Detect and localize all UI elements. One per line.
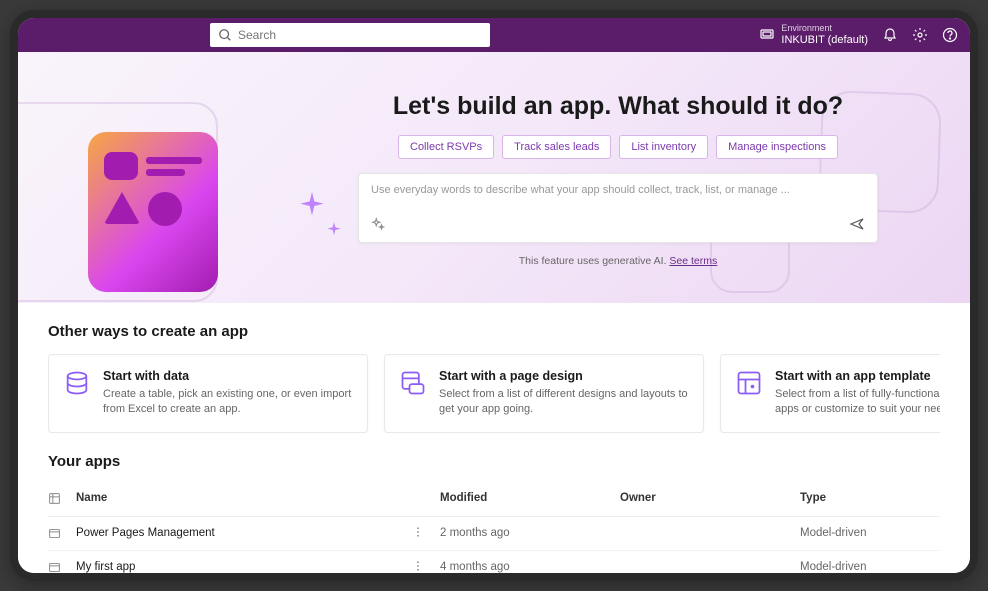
- card-desc: Select from a list of fully-functional b…: [775, 387, 940, 418]
- app-modified: 2 months ago: [440, 527, 620, 539]
- sparkle-icon: [298, 192, 326, 220]
- app-type-icon: [48, 561, 76, 573]
- topbar: Environment INKUBIT (default): [18, 18, 970, 52]
- more-actions-icon[interactable]: [412, 560, 440, 573]
- search-box[interactable]: [210, 23, 490, 47]
- col-owner[interactable]: Owner: [620, 492, 800, 508]
- card-title: Start with a page design: [439, 369, 689, 383]
- prompt-placeholder-text: Use everyday words to describe what your…: [371, 184, 865, 196]
- data-icon: [63, 369, 91, 397]
- pill-track-sales[interactable]: Track sales leads: [502, 135, 611, 159]
- pill-collect-rsvps[interactable]: Collect RSVPs: [398, 135, 494, 159]
- ai-note-text: This feature uses generative AI.: [519, 255, 670, 267]
- pill-list-inventory[interactable]: List inventory: [619, 135, 708, 159]
- template-icon: [735, 369, 763, 397]
- card-start-with-page[interactable]: Start with a page design Select from a l…: [384, 354, 704, 433]
- hero-title: Let's build an app. What should it do?: [358, 92, 878, 121]
- other-ways-section: Other ways to create an app Start with d…: [18, 303, 970, 443]
- card-desc: Create a table, pick an existing one, or…: [103, 387, 353, 418]
- col-type[interactable]: Type: [800, 492, 940, 508]
- notifications-icon[interactable]: [882, 27, 898, 43]
- other-ways-title: Other ways to create an app: [48, 323, 940, 340]
- see-terms-link[interactable]: See terms: [669, 255, 717, 267]
- table-header: Name Modified Owner Type: [48, 484, 940, 517]
- filter-icon[interactable]: [48, 492, 76, 508]
- help-icon[interactable]: [942, 27, 958, 43]
- hero-section: Let's build an app. What should it do? C…: [18, 52, 970, 303]
- app-type: Model-driven: [800, 527, 940, 539]
- table-row[interactable]: My first app 4 months ago Model-driven: [48, 551, 940, 573]
- search-input[interactable]: [238, 28, 482, 42]
- col-name[interactable]: Name: [76, 492, 412, 508]
- page-design-icon: [399, 369, 427, 397]
- card-title: Start with an app template: [775, 369, 940, 383]
- app-type-icon: [48, 527, 76, 540]
- pill-manage-inspections[interactable]: Manage inspections: [716, 135, 838, 159]
- table-row[interactable]: Power Pages Management 2 months ago Mode…: [48, 517, 940, 551]
- app-name: Power Pages Management: [76, 527, 412, 539]
- your-apps-section: Your apps Name Modified Owner Type Power…: [18, 443, 970, 573]
- settings-icon[interactable]: [912, 27, 928, 43]
- environment-name: INKUBIT (default): [781, 34, 868, 47]
- send-icon[interactable]: [849, 216, 865, 232]
- app-type: Model-driven: [800, 561, 940, 573]
- apps-table: Name Modified Owner Type Power Pages Man…: [48, 484, 940, 573]
- card-title: Start with data: [103, 369, 353, 383]
- sparkle-icon: [326, 222, 342, 238]
- sparkle-input-icon[interactable]: [371, 217, 385, 231]
- environment-icon: [759, 27, 775, 43]
- suggestion-pills: Collect RSVPs Track sales leads List inv…: [358, 135, 878, 159]
- environment-picker[interactable]: Environment INKUBIT (default): [759, 23, 868, 47]
- environment-label: Environment: [781, 23, 868, 34]
- hero-illustration: [88, 132, 228, 292]
- more-actions-icon[interactable]: [412, 526, 440, 541]
- your-apps-title: Your apps: [48, 453, 940, 470]
- card-start-with-data[interactable]: Start with data Create a table, pick an …: [48, 354, 368, 433]
- card-start-with-template[interactable]: Start with an app template Select from a…: [720, 354, 940, 433]
- col-modified[interactable]: Modified: [440, 492, 620, 508]
- prompt-box[interactable]: Use everyday words to describe what your…: [358, 173, 878, 243]
- card-desc: Select from a list of different designs …: [439, 387, 689, 418]
- app-name: My first app: [76, 561, 412, 573]
- app-modified: 4 months ago: [440, 561, 620, 573]
- search-icon: [218, 28, 232, 42]
- ai-disclaimer: This feature uses generative AI. See ter…: [358, 255, 878, 267]
